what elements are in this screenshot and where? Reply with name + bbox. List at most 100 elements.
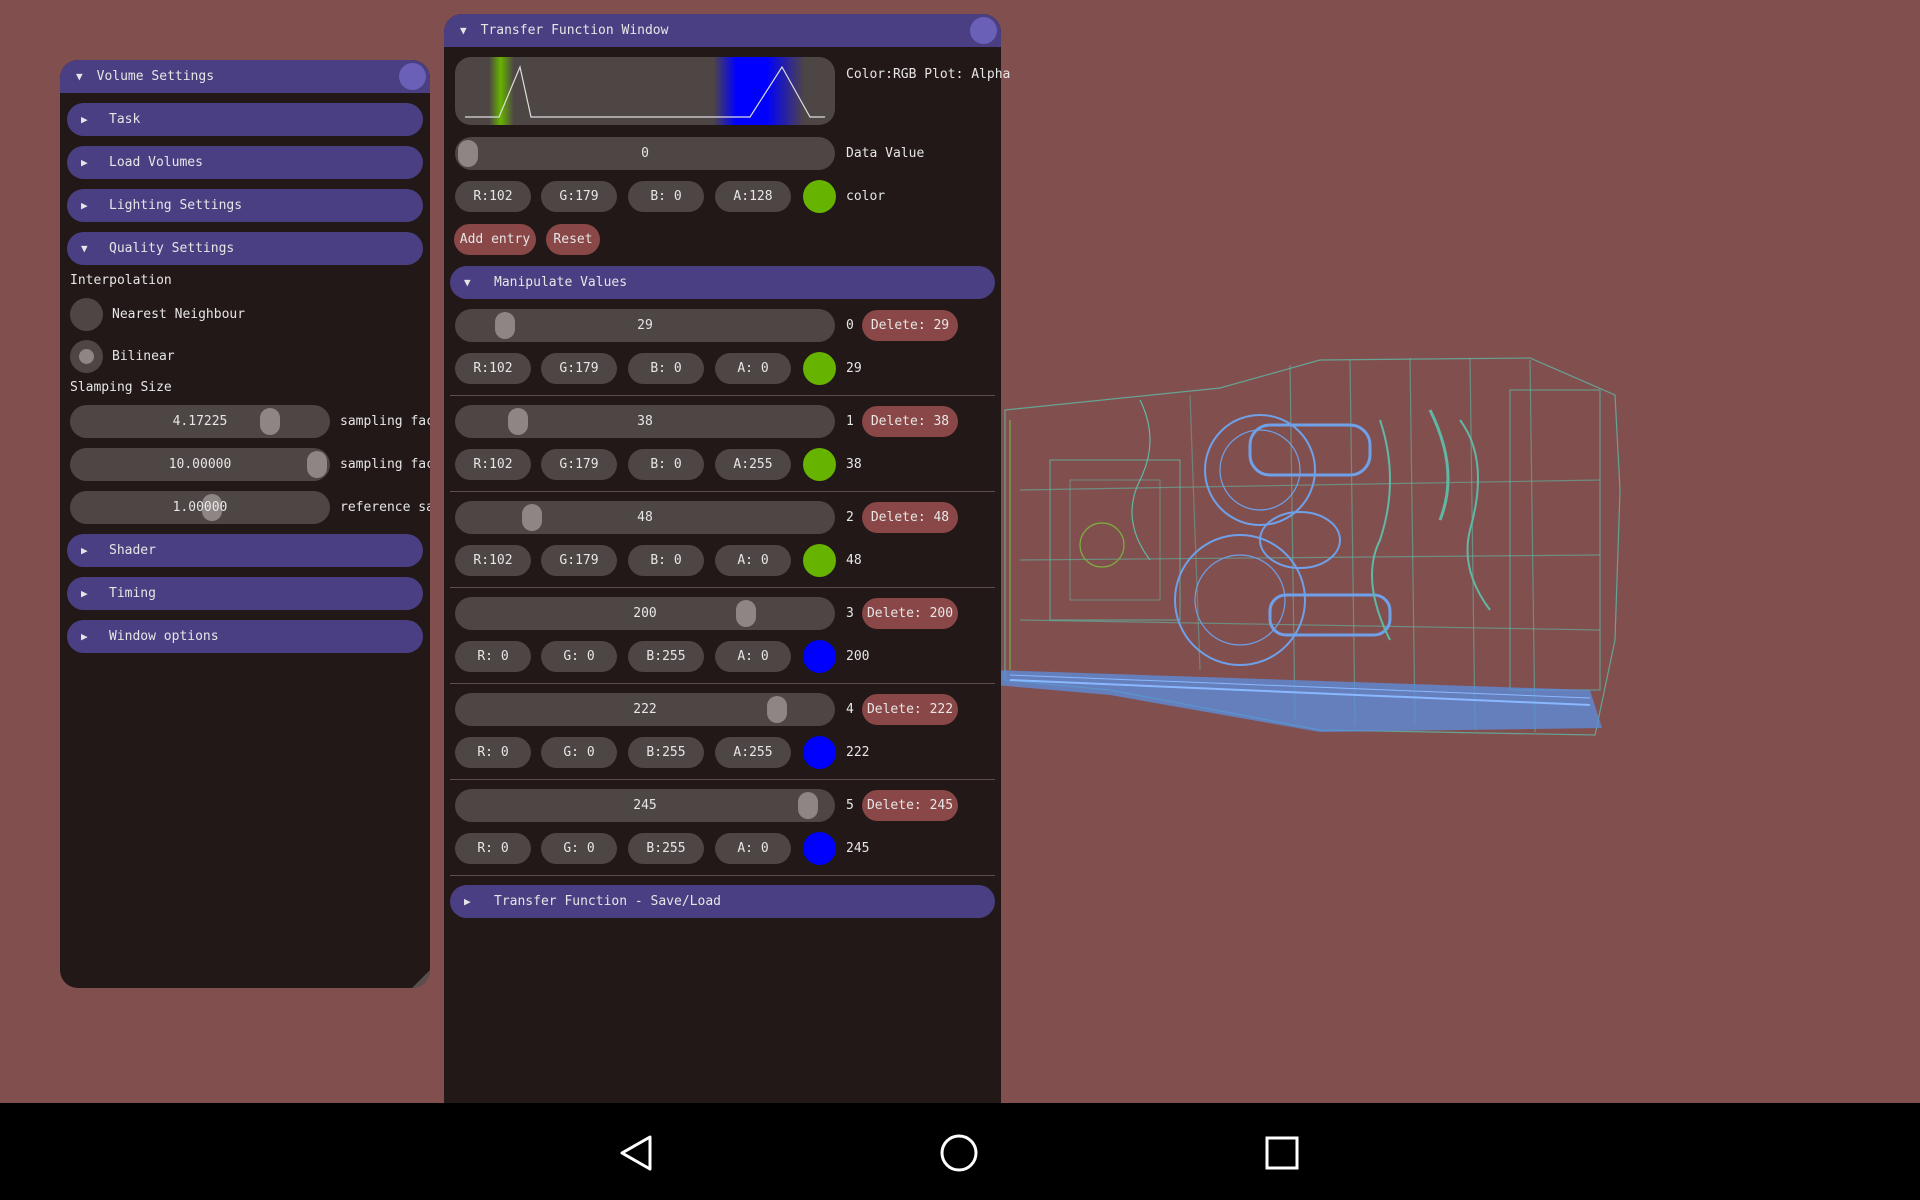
entry-slider[interactable]: 245 — [455, 789, 835, 822]
color-swatch[interactable] — [803, 180, 836, 213]
slider-grab[interactable] — [508, 408, 528, 435]
entry-color-label: 38 — [846, 457, 862, 472]
entry-slider[interactable]: 222 — [455, 693, 835, 726]
reset-button[interactable]: Reset — [546, 224, 600, 255]
expand-triangle-icon: ▶ — [81, 587, 88, 600]
color-swatch[interactable] — [803, 352, 836, 385]
section-label: Lighting Settings — [109, 198, 243, 213]
red-input[interactable]: R:102 — [455, 449, 531, 480]
transfer-function-titlebar[interactable]: ▼ Transfer Function Window — [444, 14, 1001, 47]
close-button[interactable] — [970, 17, 997, 44]
slider-grab[interactable] — [307, 451, 327, 478]
slider-grab[interactable] — [522, 504, 542, 531]
section-window-options[interactable]: ▶ Window options — [67, 620, 423, 653]
collapse-triangle-icon[interactable]: ▼ — [76, 70, 83, 83]
blue-input[interactable]: B: 0 — [628, 181, 704, 212]
color-swatch[interactable] — [803, 640, 836, 673]
volume-render[interactable] — [990, 340, 1640, 750]
red-input[interactable]: R: 0 — [455, 737, 531, 768]
entry-slider[interactable]: 29 — [455, 309, 835, 342]
delete-entry-button[interactable]: Delete: 245 — [862, 790, 958, 821]
blue-input[interactable]: B:255 — [628, 737, 704, 768]
section-save-load[interactable]: ▶ Transfer Function - Save/Load — [450, 885, 995, 918]
slider-grab[interactable] — [495, 312, 515, 339]
blue-input[interactable]: B:255 — [628, 833, 704, 864]
section-label: Quality Settings — [109, 241, 235, 256]
collapse-triangle-icon[interactable]: ▼ — [460, 24, 467, 37]
blue-input[interactable]: B: 0 — [628, 449, 704, 480]
section-load-volumes[interactable]: ▶ Load Volumes — [67, 146, 423, 179]
alpha-input[interactable]: A:128 — [715, 181, 791, 212]
blue-input[interactable]: B: 0 — [628, 353, 704, 384]
section-quality-settings[interactable]: ▼ Quality Settings — [67, 232, 423, 265]
slider-grab[interactable] — [798, 792, 818, 819]
delete-entry-button[interactable]: Delete: 222 — [862, 694, 958, 725]
data-value-slider[interactable]: 0 — [455, 137, 835, 170]
slider-grab[interactable] — [458, 140, 478, 167]
alpha-input[interactable]: A:255 — [715, 449, 791, 480]
add-entry-button[interactable]: Add entry — [454, 224, 536, 255]
entry-slider[interactable]: 38 — [455, 405, 835, 438]
delete-entry-button[interactable]: Delete: 200 — [862, 598, 958, 629]
red-input[interactable]: R:102 — [455, 353, 531, 384]
green-input[interactable]: G:179 — [541, 181, 617, 212]
entry-color-label: 29 — [846, 361, 862, 376]
alpha-input[interactable]: A:255 — [715, 737, 791, 768]
slider-grab[interactable] — [260, 408, 280, 435]
alpha-input[interactable]: A: 0 — [715, 833, 791, 864]
red-input[interactable]: R: 0 — [455, 833, 531, 864]
section-shader[interactable]: ▶ Shader — [67, 534, 423, 567]
expand-triangle-icon: ▶ — [81, 199, 88, 212]
green-input[interactable]: G: 0 — [541, 833, 617, 864]
red-input[interactable]: R:102 — [455, 545, 531, 576]
section-manipulate-values[interactable]: ▼ Manipulate Values — [450, 266, 995, 299]
recents-icon[interactable] — [1264, 1135, 1300, 1171]
green-input[interactable]: G: 0 — [541, 737, 617, 768]
delete-entry-button[interactable]: Delete: 38 — [862, 406, 958, 437]
blue-input[interactable]: B:255 — [628, 641, 704, 672]
color-swatch[interactable] — [803, 832, 836, 865]
alpha-input[interactable]: A: 0 — [715, 353, 791, 384]
slider-grab[interactable] — [736, 600, 756, 627]
expand-triangle-icon: ▶ — [81, 113, 88, 126]
blue-input[interactable]: B: 0 — [628, 545, 704, 576]
section-lighting-settings[interactable]: ▶ Lighting Settings — [67, 189, 423, 222]
reference-sampling-slider[interactable]: 1.00000 — [70, 491, 330, 524]
plot-label: Color:RGB Plot: Alpha — [846, 67, 1011, 82]
entry-index: 0 — [846, 318, 854, 333]
slider-value: 10.00000 — [168, 457, 232, 472]
entry-index: 1 — [846, 414, 854, 429]
radio-nearest-neighbour[interactable] — [70, 298, 103, 331]
entry-slider[interactable]: 48 — [455, 501, 835, 534]
volume-settings-titlebar[interactable]: ▼ Volume Settings — [60, 60, 430, 93]
red-input[interactable]: R:102 — [455, 181, 531, 212]
green-input[interactable]: G:179 — [541, 545, 617, 576]
sampling-factor-slider-1[interactable]: 4.17225 — [70, 405, 330, 438]
transfer-function-plot[interactable] — [455, 57, 835, 125]
entry-color-label: 48 — [846, 553, 862, 568]
color-swatch[interactable] — [803, 544, 836, 577]
collapse-triangle-icon: ▼ — [81, 242, 88, 255]
slider-grab[interactable] — [767, 696, 787, 723]
delete-entry-button[interactable]: Delete: 48 — [862, 502, 958, 533]
green-input[interactable]: G:179 — [541, 449, 617, 480]
red-input[interactable]: R: 0 — [455, 641, 531, 672]
color-swatch[interactable] — [803, 736, 836, 769]
color-swatch[interactable] — [803, 448, 836, 481]
slider-value: 1.00000 — [172, 500, 228, 515]
back-icon[interactable] — [616, 1133, 656, 1173]
green-input[interactable]: G: 0 — [541, 641, 617, 672]
green-input[interactable]: G:179 — [541, 353, 617, 384]
alpha-input[interactable]: A: 0 — [715, 545, 791, 576]
section-task[interactable]: ▶ Task — [67, 103, 423, 136]
close-button[interactable] — [399, 63, 426, 90]
home-icon[interactable] — [939, 1133, 979, 1173]
expand-triangle-icon: ▶ — [81, 630, 88, 643]
entry-slider[interactable]: 200 — [455, 597, 835, 630]
alpha-input[interactable]: A: 0 — [715, 641, 791, 672]
sampling-factor-slider-2[interactable]: 10.00000 — [70, 448, 330, 481]
radio-bilinear[interactable] — [70, 340, 103, 373]
section-timing[interactable]: ▶ Timing — [67, 577, 423, 610]
resize-grip-icon[interactable] — [412, 970, 430, 988]
delete-entry-button[interactable]: Delete: 29 — [862, 310, 958, 341]
